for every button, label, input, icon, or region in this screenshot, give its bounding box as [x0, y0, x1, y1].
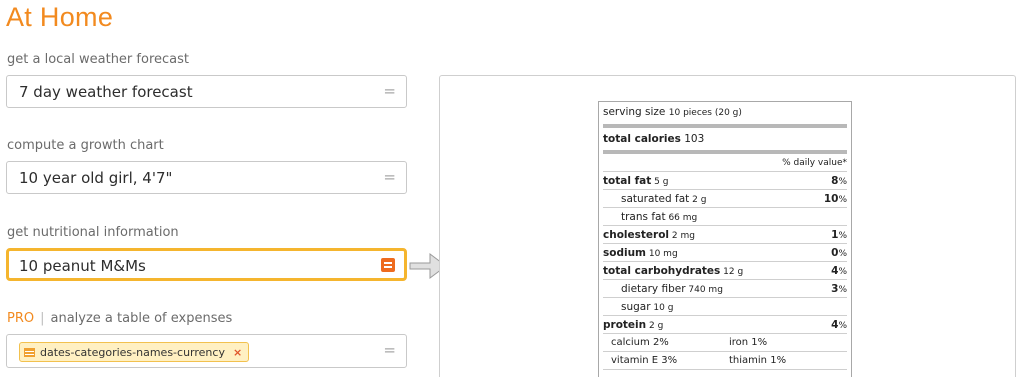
nutrient-row: protein 2 g 4% — [603, 316, 847, 334]
equals-icon[interactable]: = — [383, 82, 396, 100]
growth-input[interactable]: 10 year old girl, 4'7" = — [6, 161, 407, 194]
nutrition-input-value: 10 peanut M&Ms — [19, 257, 146, 275]
nutrient-amount: 10 g — [650, 302, 674, 313]
nutrient-name: cholesterol — [603, 228, 670, 241]
nutrient-amount: 5 g — [651, 176, 669, 187]
page-title: At Home — [6, 2, 114, 32]
nutrient-dv: 0% — [831, 246, 847, 259]
weather-input[interactable]: 7 day weather forecast = — [6, 75, 407, 108]
nutrient-name: trans fat — [621, 210, 666, 223]
nutrient-dv: 1% — [831, 228, 847, 241]
nutrient-name: saturated fat — [621, 192, 690, 205]
table-icon — [24, 347, 35, 357]
expenses-input[interactable]: dates-categories-names-currency × = — [6, 334, 407, 368]
calories-label: total calories — [603, 133, 681, 145]
result-panel: serving size 10 pieces (20 g) total calo… — [439, 75, 1016, 377]
equals-icon[interactable]: = — [383, 168, 396, 186]
nutrient-amount: 12 g — [720, 266, 744, 277]
nutrient-name: dietary fiber — [621, 282, 686, 295]
nutrient-amount: 10 mg — [646, 248, 678, 259]
expenses-label: analyze a table of expenses — [50, 311, 233, 326]
pro-badge: PRO — [7, 311, 35, 326]
mineral-rows: calcium 2% iron 1% vitamin E 3% thiamin 1% — [603, 334, 847, 370]
mineral-left: calcium 2% — [611, 337, 669, 348]
nutrient-row: trans fat 66 mg — [603, 208, 847, 226]
nutrient-dv: 4% — [831, 318, 847, 331]
section-label-expenses: PRO | analyze a table of expenses — [7, 311, 232, 326]
serving-label: serving size — [603, 106, 666, 118]
calories-value: 103 — [684, 133, 705, 145]
nutrient-amount: 2 mg — [669, 230, 695, 241]
file-chip[interactable]: dates-categories-names-currency × — [19, 342, 250, 362]
nutrient-amount: 66 mg — [665, 212, 698, 223]
nutrient-name: sugar — [621, 300, 651, 313]
nutrient-dv: 10% — [823, 192, 847, 205]
mineral-row: calcium 2% iron 1% — [603, 334, 847, 352]
section-label-weather: get a local weather forecast — [7, 52, 189, 67]
equals-icon[interactable]: = — [383, 341, 396, 359]
nutrient-name: sodium — [603, 246, 646, 259]
nutrition-input[interactable]: 10 peanut M&Ms — [6, 248, 407, 281]
nutrient-row: sugar 10 g — [603, 298, 847, 316]
nutrient-dv: 8% — [831, 174, 847, 187]
section-label-growth: compute a growth chart — [7, 138, 164, 153]
nutrient-dv: 4% — [831, 264, 847, 277]
nutrient-row: total carbohydrates 12 g 4% — [603, 262, 847, 280]
file-chip-label: dates-categories-names-currency — [40, 345, 225, 359]
mineral-row: vitamin E 3% thiamin 1% — [603, 352, 847, 370]
serving-row: serving size 10 pieces (20 g) — [603, 102, 847, 122]
mineral-right: thiamin 1% — [729, 355, 787, 366]
nutrient-row: dietary fiber 740 mg 3% — [603, 280, 847, 298]
dv-header: % daily value* — [782, 157, 847, 168]
nutrient-row: total fat 5 g 8% — [603, 172, 847, 190]
section-label-nutrition: get nutritional information — [7, 225, 179, 240]
nutrient-row: sodium 10 mg 0% — [603, 244, 847, 262]
nutrient-name: total carbohydrates — [603, 264, 721, 277]
nutrient-row: saturated fat 2 g 10% — [603, 190, 847, 208]
nutrient-name: protein — [603, 318, 647, 331]
dv-header-row: % daily value* — [603, 154, 847, 172]
nutrient-amount: 2 g — [689, 194, 707, 205]
mineral-right: iron 1% — [729, 337, 768, 348]
nutrition-label: serving size 10 pieces (20 g) total calo… — [598, 101, 852, 377]
serving-value: 10 pieces (20 g) — [668, 108, 742, 118]
nutrient-amount: 2 g — [646, 320, 664, 331]
nutrient-row: cholesterol 2 mg 1% — [603, 226, 847, 244]
growth-input-value: 10 year old girl, 4'7" — [19, 169, 173, 187]
remove-chip-icon[interactable]: × — [233, 346, 242, 359]
nutrient-name: total fat — [603, 174, 652, 187]
nutrient-amount: 740 mg — [685, 284, 723, 295]
mineral-left: vitamin E 3% — [611, 355, 678, 366]
separator: | — [40, 311, 45, 326]
nutrient-rows: total fat 5 g 8% saturated fat 2 g 10% trans… — [603, 172, 847, 334]
calories-row: total calories 103 — [603, 128, 847, 154]
weather-input-value: 7 day weather forecast — [19, 83, 193, 101]
compute-button-icon[interactable] — [381, 258, 395, 272]
nutrient-dv: 3% — [831, 282, 847, 295]
